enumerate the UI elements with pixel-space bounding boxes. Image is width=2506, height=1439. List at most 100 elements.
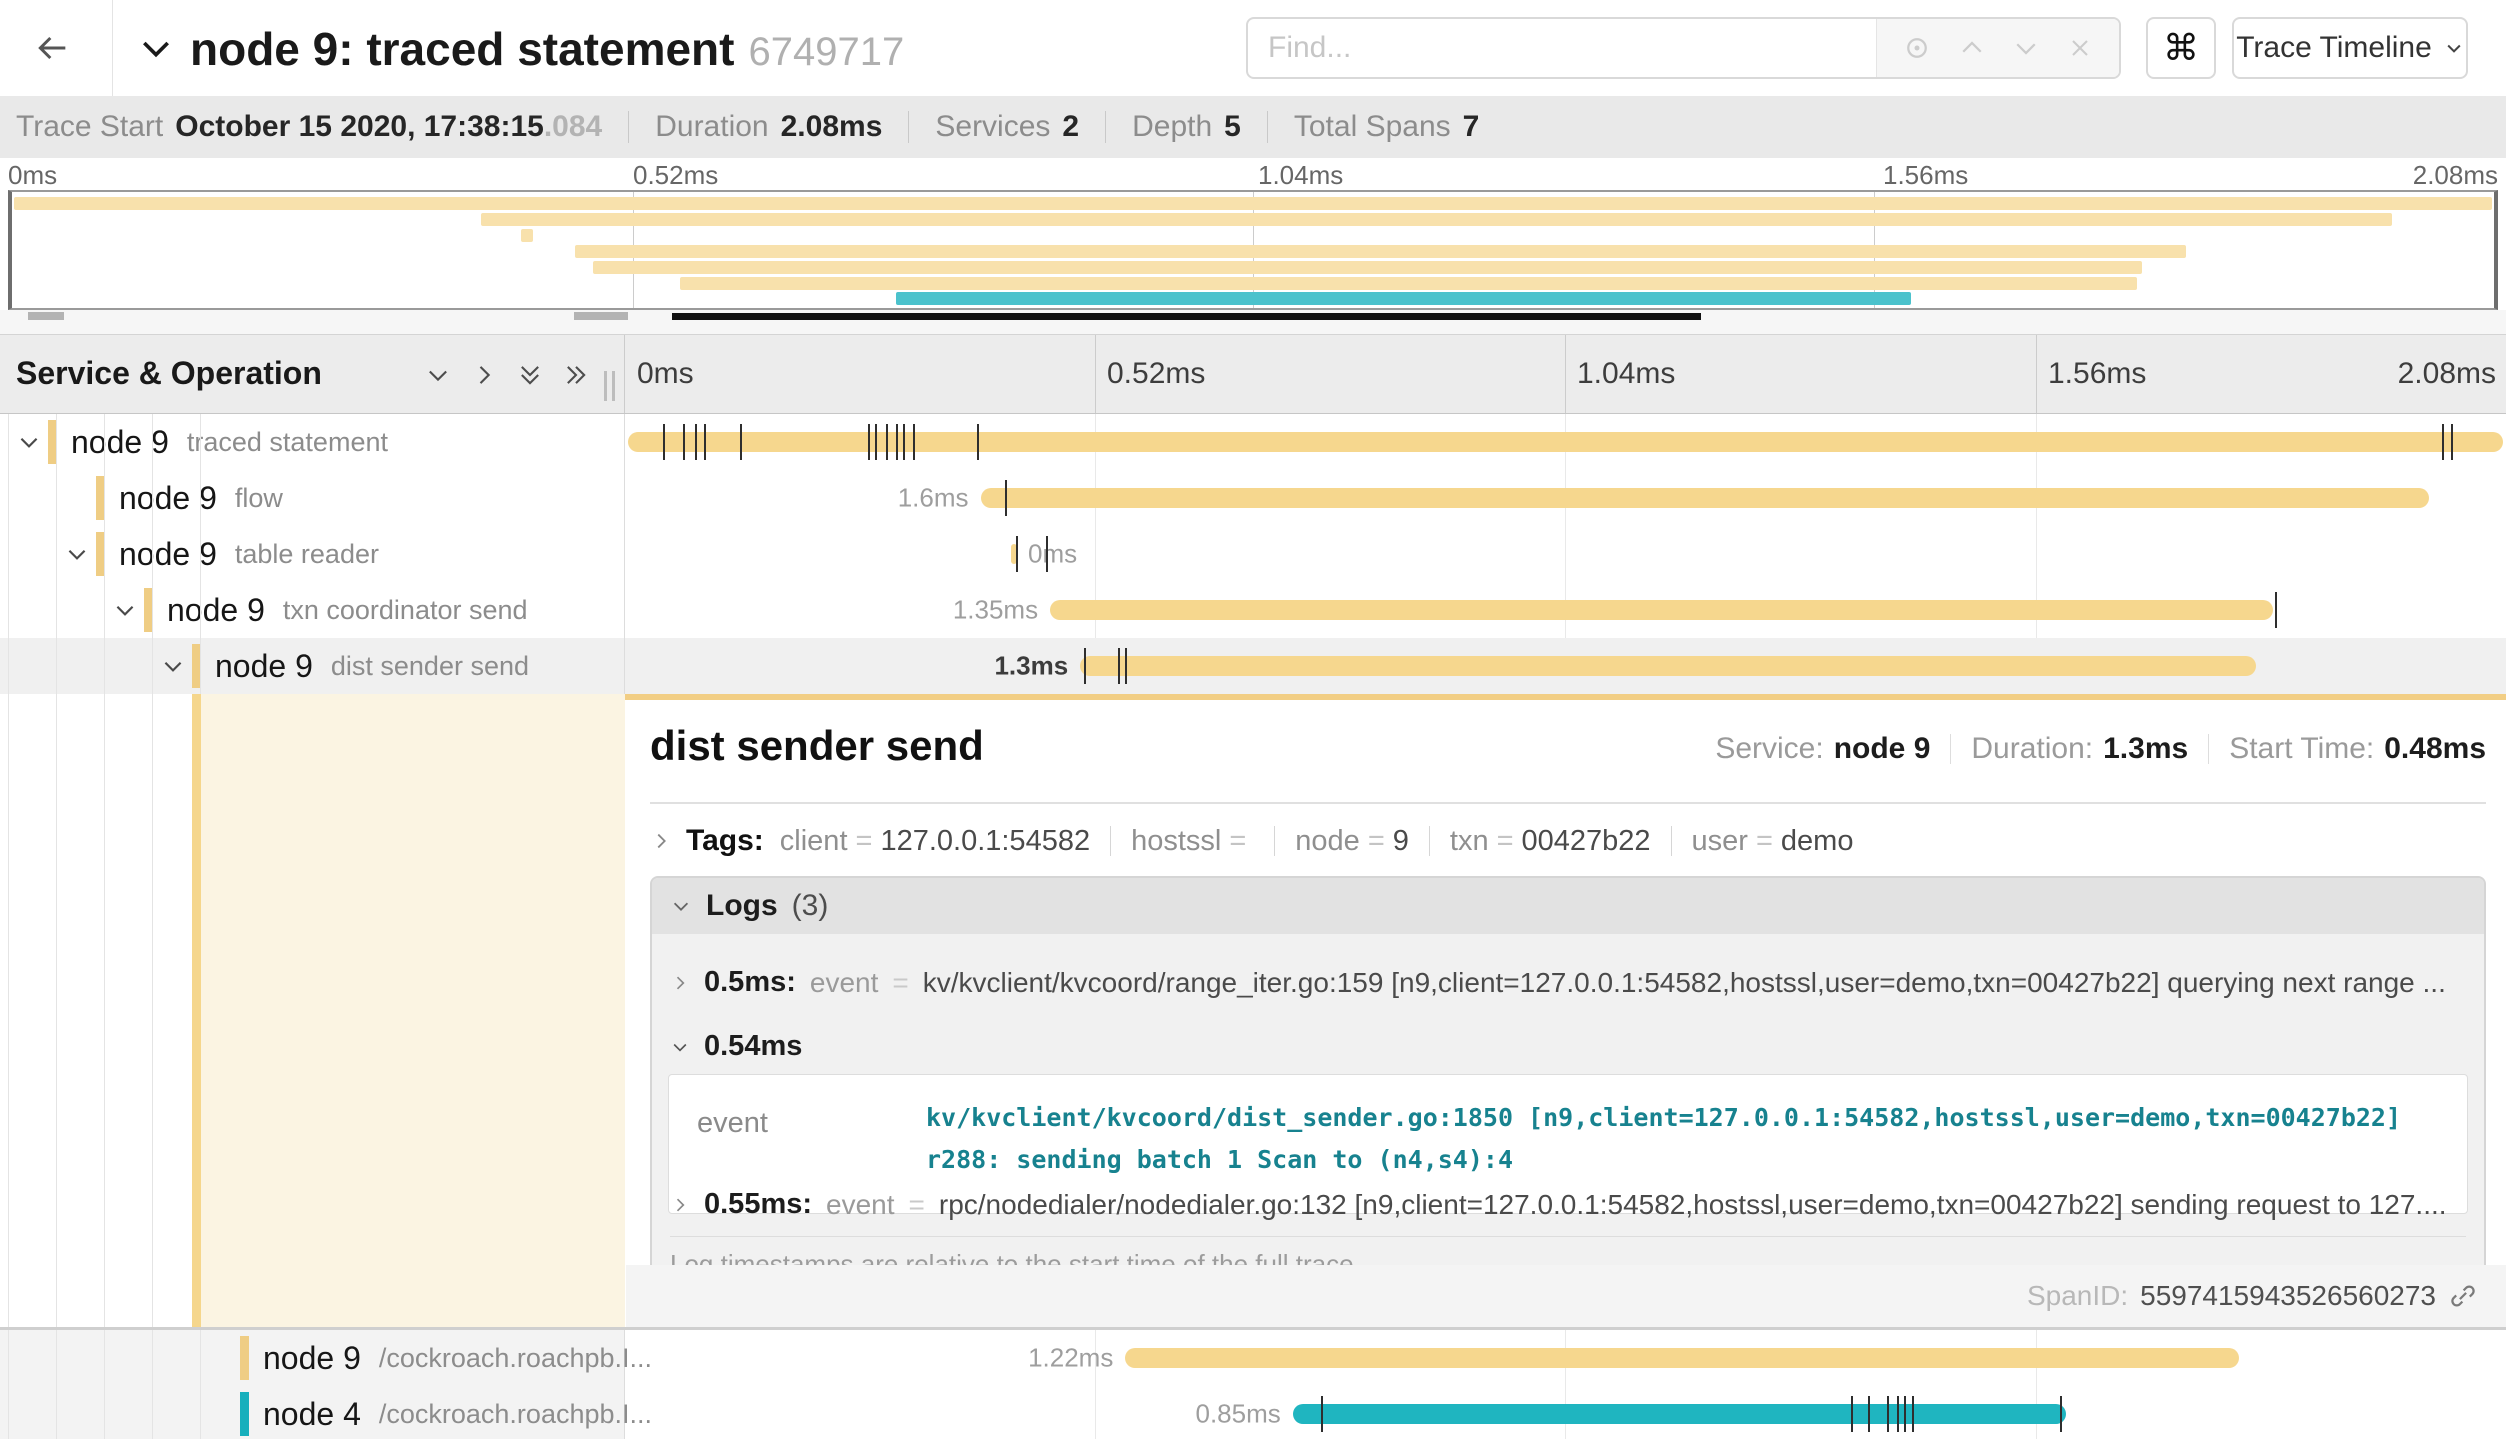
span-color-strip: [96, 532, 105, 576]
span-bar[interactable]: [1125, 1348, 2239, 1368]
log-entry-collapsed[interactable]: 0.5ms: event = kv/kvclient/kvcoord/range…: [670, 966, 2470, 999]
span-operation: /cockroach.roachpb.I...: [379, 1399, 652, 1430]
find-input[interactable]: [1248, 19, 1876, 77]
tag-key: user: [1692, 825, 1748, 858]
collapse-trace-chevron-down-icon[interactable]: [136, 28, 176, 68]
divider: [1267, 111, 1268, 143]
expand-one-chevron-right-icon[interactable]: [470, 361, 498, 389]
logs-accordion-header[interactable]: Logs (3): [652, 878, 2484, 934]
equals-sign: =: [1497, 825, 1514, 858]
ruler-tick-label: 1.56ms: [1883, 160, 1968, 191]
focus-match-icon[interactable]: [1902, 33, 1932, 63]
clear-search-x-icon[interactable]: [2066, 34, 2094, 62]
tag-value: demo: [1781, 825, 1854, 858]
meta-value: 2.08ms: [781, 110, 883, 144]
chevron-right-icon: [650, 830, 672, 852]
tags-label: Tags:: [686, 824, 764, 858]
log-entry-expanded-header[interactable]: 0.54ms: [670, 1030, 802, 1063]
divider: [1950, 734, 1951, 764]
logs-title: Logs: [706, 889, 778, 923]
trace-id: 6749717: [748, 30, 904, 74]
ruler-tick-label: 2.08ms: [2413, 160, 2498, 191]
chevron-down-icon[interactable]: [112, 597, 144, 623]
span-row-table-reader[interactable]: node 9 table reader 0ms: [0, 526, 2506, 582]
span-service: node 9: [215, 648, 313, 685]
equals-sign: =: [1756, 825, 1773, 858]
span-row-roachpb-node4[interactable]: node 4 /cockroach.roachpb.I... 0.85ms: [0, 1386, 2506, 1439]
divider: [1110, 826, 1111, 856]
collapse-one-chevron-down-icon[interactable]: [424, 361, 452, 389]
overview-label: Service:: [1715, 732, 1823, 766]
chevron-down-icon: [2444, 38, 2464, 58]
log-field-key: event: [697, 1107, 768, 1140]
find-controls: [1876, 19, 2119, 77]
link-icon[interactable]: [2448, 1281, 2478, 1311]
span-color-strip: [240, 1392, 249, 1436]
meta-value: 5: [1224, 110, 1241, 144]
back-button[interactable]: [22, 24, 82, 72]
divider: [1105, 111, 1106, 143]
minimap-canvas[interactable]: [8, 190, 2498, 310]
logs-section: Logs (3) 0.5ms: event = kv/kvclient/kvco…: [650, 876, 2486, 1279]
span-service: node 4: [263, 1396, 361, 1433]
span-bar[interactable]: [1293, 1404, 2066, 1424]
divider: [1671, 826, 1672, 856]
log-entry-collapsed[interactable]: 0.55ms: event = rpc/nodedialer/nodediale…: [670, 1188, 2470, 1221]
minimap-left-scrubber-handle[interactable]: [28, 312, 64, 320]
chevron-down-icon[interactable]: [16, 429, 48, 455]
overview-value: node 9: [1834, 732, 1931, 766]
span-bar[interactable]: [981, 488, 2429, 508]
keyboard-shortcuts-button[interactable]: ⌘: [2146, 17, 2216, 79]
chevron-down-icon: [670, 895, 692, 917]
gridline: [2036, 335, 2037, 413]
divider: [0, 1327, 2506, 1330]
divider: [1274, 826, 1275, 856]
detail-left-fill: [192, 694, 625, 1327]
expand-all-double-chevron-right-icon[interactable]: [562, 361, 590, 389]
span-row-flow[interactable]: node 9 flow 1.6ms: [0, 470, 2506, 526]
arrow-left-icon: [32, 28, 72, 68]
tag-key: client: [780, 825, 848, 858]
span-operation: /cockroach.roachpb.I...: [379, 1343, 652, 1374]
chevron-down-icon[interactable]: [64, 541, 96, 567]
logs-count: (3): [792, 889, 829, 923]
horizontal-scrollbar[interactable]: [672, 313, 1701, 320]
span-row-dist-sender-send[interactable]: node 9 dist sender send 1.3ms: [0, 638, 2506, 694]
span-row-roachpb-node9[interactable]: node 9 /cockroach.roachpb.I... 1.22ms: [0, 1330, 2506, 1386]
divider: [908, 111, 909, 143]
detail-span-title: dist sender send: [650, 722, 984, 770]
trace-meta-bar: Trace StartOctober 15 2020, 17:38:15.084…: [0, 96, 2506, 158]
span-duration-label: 1.22ms: [1028, 1343, 1113, 1374]
span-service: node 9: [119, 480, 217, 517]
span-bar[interactable]: [1011, 544, 1018, 564]
span-bar[interactable]: [628, 432, 2503, 452]
span-operation: flow: [235, 483, 283, 514]
span-row-txn-coordinator-send[interactable]: node 9 txn coordinator send 1.35ms: [0, 582, 2506, 638]
next-match-chevron-down-icon[interactable]: [2011, 33, 2041, 63]
span-id-value: 5597415943526560273: [2140, 1280, 2436, 1312]
chevron-right-icon: [670, 1195, 690, 1215]
page-title: node 9: traced statement6749717: [190, 22, 904, 76]
divider: [1429, 826, 1430, 856]
prev-match-chevron-up-icon[interactable]: [1957, 33, 1987, 63]
span-id-label: SpanID:: [2027, 1280, 2128, 1312]
span-bar[interactable]: [1080, 656, 2256, 676]
tag-key: hostssl: [1131, 825, 1221, 858]
chevron-down-icon[interactable]: [160, 653, 192, 679]
trace-view-selector[interactable]: Trace Timeline: [2232, 17, 2468, 79]
span-bar[interactable]: [1050, 600, 2273, 620]
tag-value: 127.0.0.1:54582: [880, 825, 1090, 858]
column-resizer-handle[interactable]: [604, 371, 615, 401]
log-field-value: kv/kvclient/kvcoord/dist_sender.go:1850 …: [926, 1097, 2407, 1181]
span-row-traced-statement[interactable]: node 9 traced statement: [0, 414, 2506, 470]
span-operation: traced statement: [187, 427, 388, 458]
equals-sign: =: [1368, 825, 1385, 858]
tags-accordion[interactable]: Tags: client=127.0.0.1:54582 hostssl= no…: [650, 818, 2486, 864]
minimap-right-scrubber-handle[interactable]: [574, 312, 628, 320]
collapse-all-double-chevron-down-icon[interactable]: [516, 361, 544, 389]
find-group: [1246, 17, 2121, 79]
span-service: node 9: [71, 424, 169, 461]
service-operation-header: Service & Operation: [0, 335, 625, 413]
span-duration-label: 0ms: [1028, 539, 1077, 570]
span-operation: dist sender send: [331, 651, 529, 682]
